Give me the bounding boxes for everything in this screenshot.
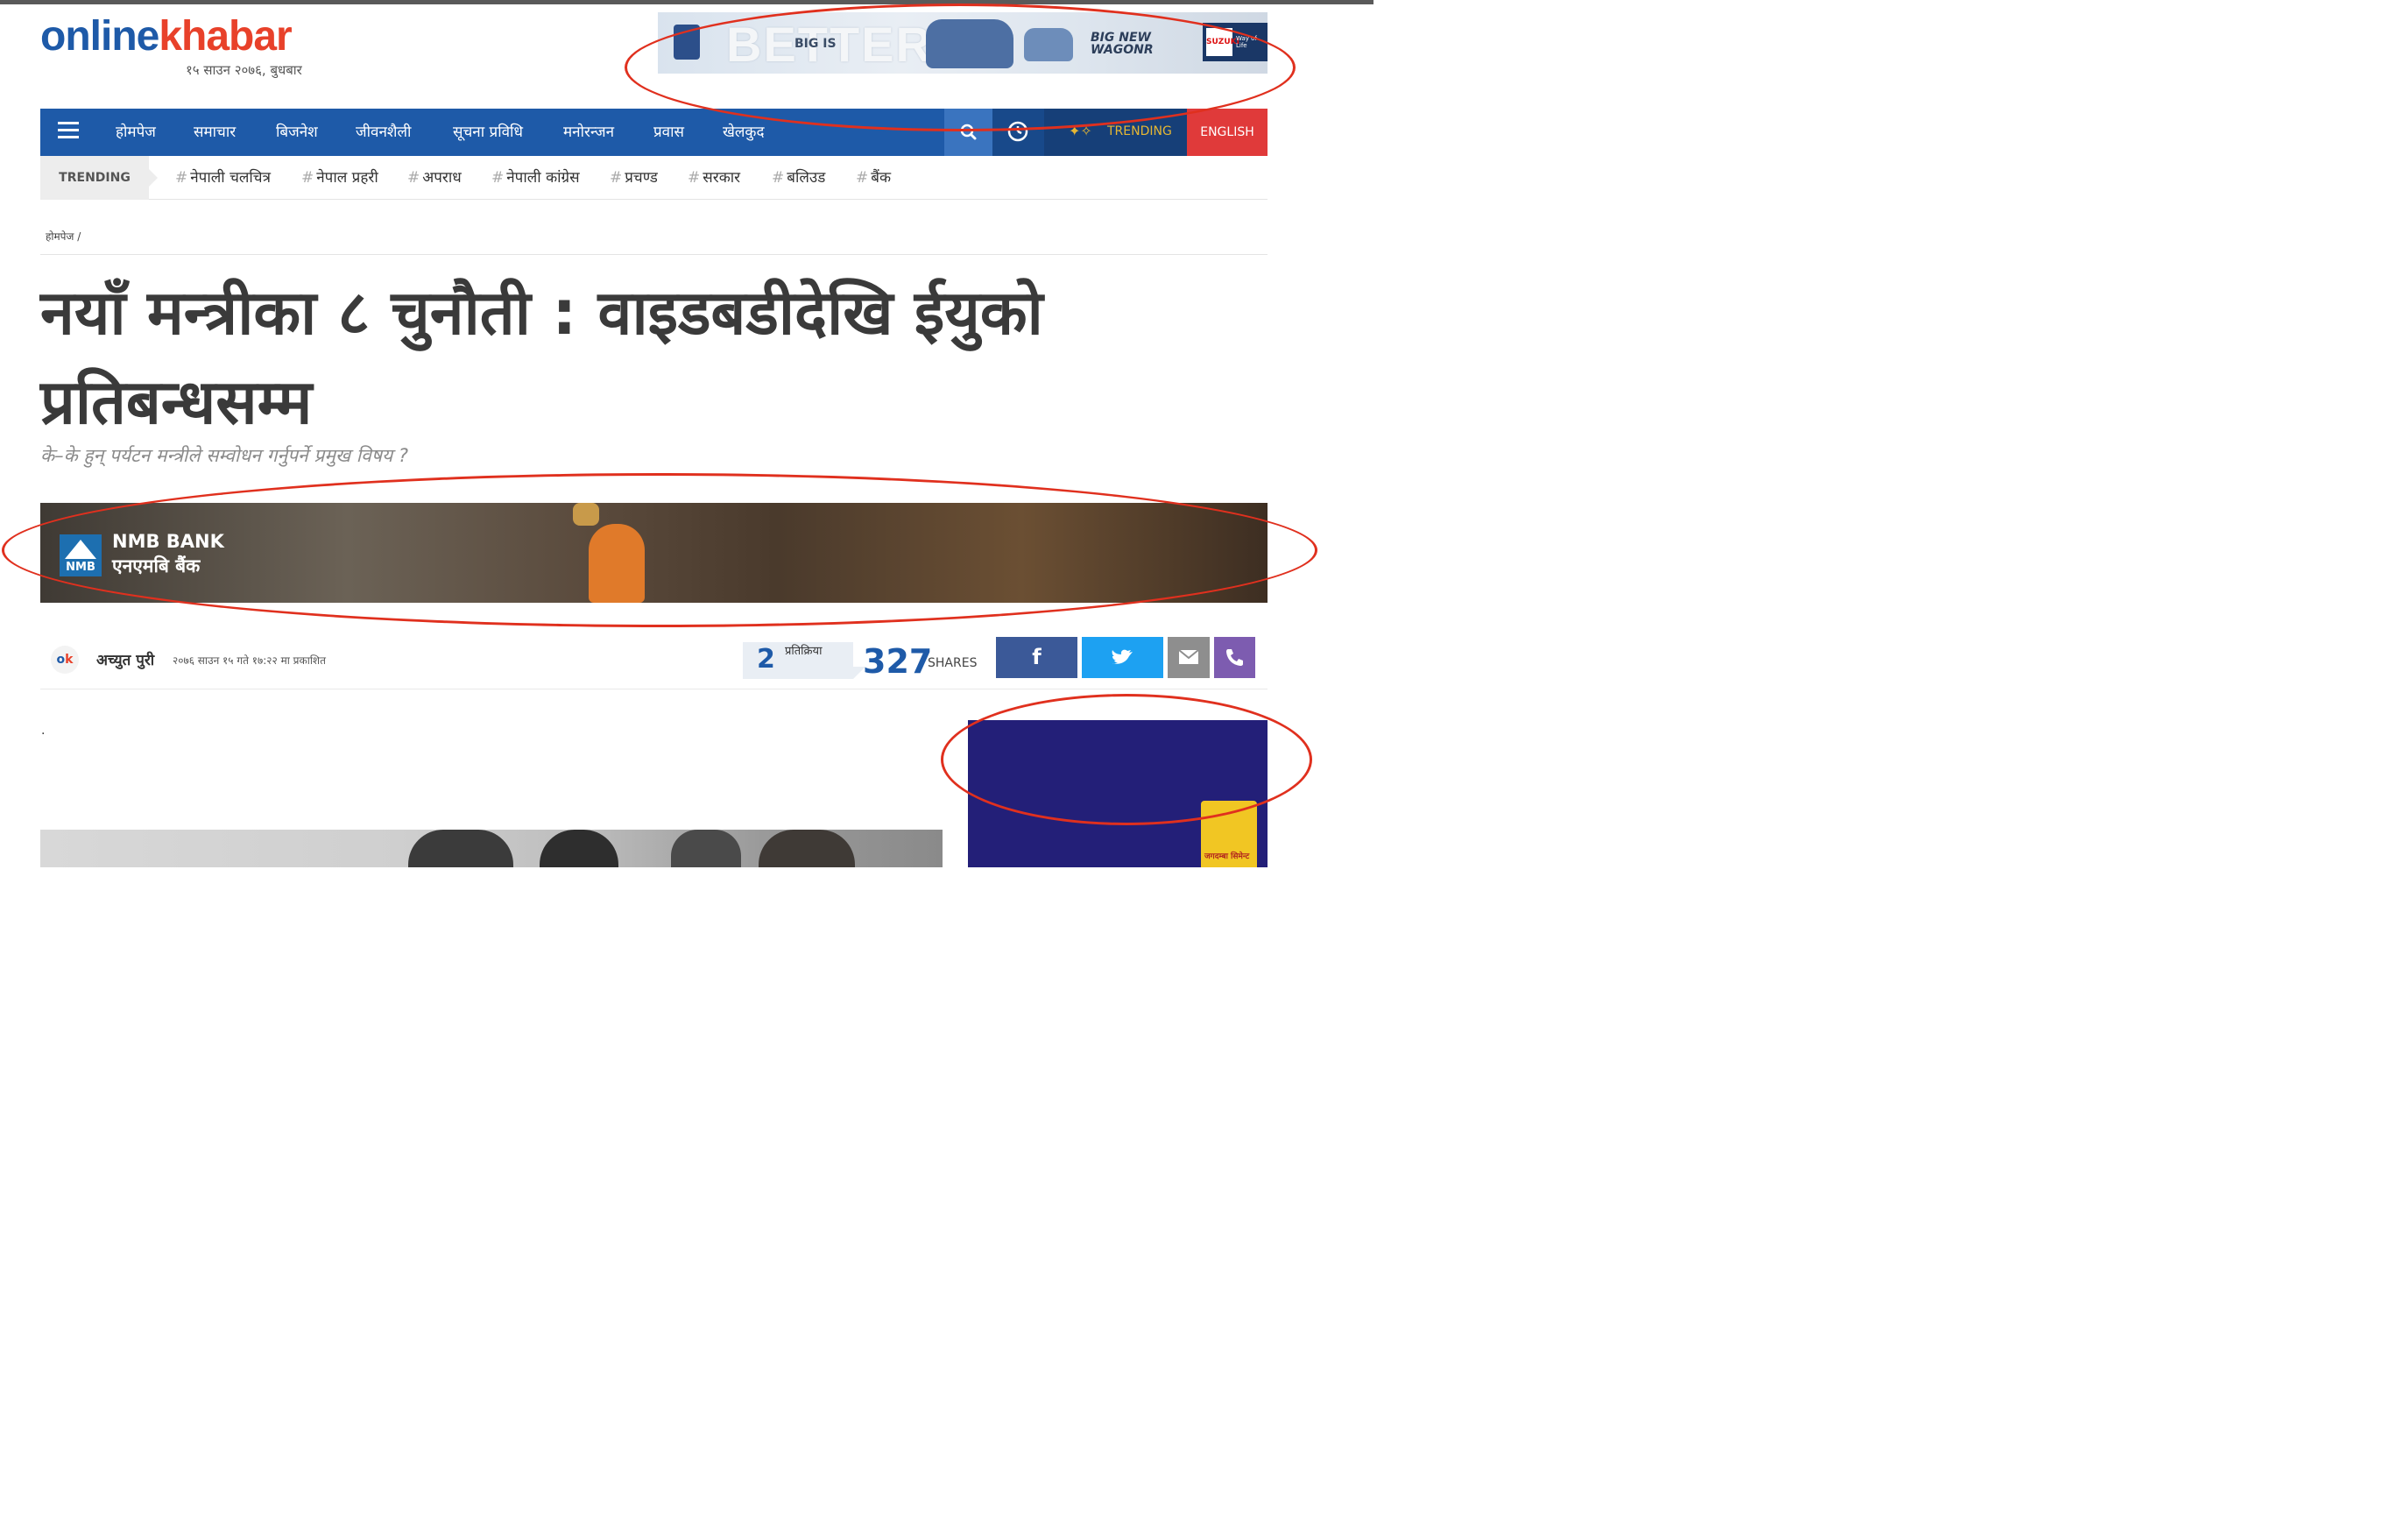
nav-item-business[interactable]: बिजनेश: [276, 121, 318, 141]
trending-tag[interactable]: # प्रचण्ड: [610, 166, 658, 187]
trending-tags-label: TRENDING: [40, 156, 158, 200]
logo-khabar: khabar: [159, 13, 292, 60]
comments-count-box[interactable]: 2 प्रतिक्रिया: [743, 642, 865, 679]
comments-count: 2: [757, 644, 775, 675]
email-icon: [1178, 649, 1199, 664]
trending-tag[interactable]: # नेपाली कांग्रेस: [491, 166, 580, 187]
shares-label: SHARES: [928, 656, 978, 670]
facebook-share-button[interactable]: f: [996, 637, 1077, 678]
nav-item-lifestyle[interactable]: जीवनशैली: [356, 121, 411, 141]
english-button[interactable]: ENGLISH: [1187, 109, 1268, 156]
trending-tag[interactable]: # नेपाल प्रहरी: [301, 166, 378, 187]
trending-tags-bar: TRENDING # नेपाली चलचित्र # नेपाल प्रहरी #…: [40, 156, 1268, 200]
article-subheadline: के–के हुन् पर्यटन मन्त्रीले सम्वोधन गर्न…: [40, 445, 408, 466]
header-date: १५ साउन २०७६, बुधबार: [186, 62, 302, 78]
trending-tag[interactable]: # नेपाली चलचित्र: [175, 166, 271, 187]
trending-tag[interactable]: # बैंक: [856, 166, 891, 187]
trending-tag[interactable]: # सरकार: [688, 166, 740, 187]
logo-online: online: [40, 13, 159, 60]
twitter-share-button[interactable]: [1082, 637, 1163, 678]
shares-count: 327: [863, 642, 933, 681]
annotation-circle-top-ad: [625, 4, 1296, 131]
facebook-icon: f: [1032, 645, 1042, 669]
viber-icon: [1226, 649, 1243, 666]
nav-item-news[interactable]: समाचार: [194, 121, 236, 141]
breadcrumb[interactable]: होमपेज /: [46, 229, 81, 244]
browser-top-edge: [0, 0, 1373, 4]
viber-share-button[interactable]: [1214, 637, 1255, 678]
cement-product-text: जगदम्बा सिमेन्ट: [1204, 852, 1250, 861]
comments-label: प्रतिक्रिया: [785, 645, 823, 658]
email-share-button[interactable]: [1168, 637, 1210, 678]
nav-item-tech[interactable]: सूचना प्रविधि: [453, 121, 523, 141]
nav-item-entertainment[interactable]: मनोरन्जन: [563, 121, 614, 141]
divider: [40, 254, 1268, 255]
nav-item-sports[interactable]: खेलकुद: [723, 121, 765, 141]
author-avatar: ok: [51, 646, 79, 674]
publish-date: २०७६ साउन १५ गते १७:२२ मा प्रकाशित: [173, 654, 326, 667]
article-headline: नयाँ मन्त्रीका ८ चुनौती : वाइडबडीदेखि ईय…: [40, 277, 1043, 438]
article-body-start: .: [41, 724, 46, 738]
site-logo[interactable]: onlinekhabar: [40, 12, 293, 61]
trending-tag[interactable]: # अपराध: [407, 166, 462, 187]
article-photo: [40, 830, 943, 867]
annotation-circle-bank-ad: [2, 473, 1317, 627]
annotation-circle-side-ad: [941, 694, 1312, 825]
trending-tag[interactable]: # बलिउड: [772, 166, 825, 187]
menu-icon[interactable]: [58, 122, 79, 141]
trending-label: TRENDING: [1107, 124, 1172, 138]
author-name[interactable]: अच्युत पुरी: [96, 649, 154, 669]
twitter-icon: [1112, 649, 1133, 664]
nav-item-diaspora[interactable]: प्रवास: [653, 121, 684, 141]
nav-item-homepage[interactable]: होमपेज: [116, 121, 156, 141]
